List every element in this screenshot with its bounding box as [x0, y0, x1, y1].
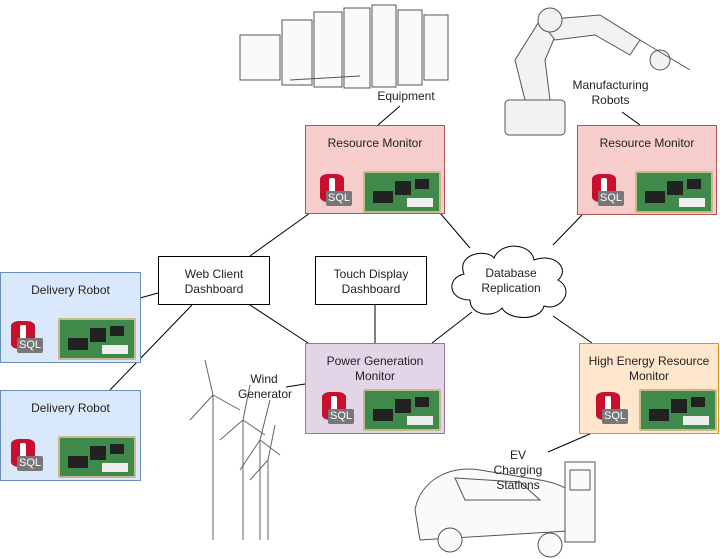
- edge-rm1-db: [439, 212, 471, 249]
- node-title: Web Client Dashboard: [184, 267, 244, 296]
- power-generation-monitor[interactable]: Power Generation Monitor SQL: [305, 343, 445, 434]
- node-title: Delivery Robot: [31, 401, 110, 415]
- ev-charging-label: EV Charging Stations: [493, 448, 543, 492]
- edge-rm2-db: [552, 214, 583, 246]
- edge-db-high: [552, 315, 593, 344]
- compute-module-icon: [58, 436, 136, 478]
- robot-arm-illustration: [504, 7, 691, 136]
- sql-database-icon: SQL: [316, 174, 352, 210]
- equipment-illustration: [239, 4, 449, 89]
- sql-database-icon: SQL: [592, 392, 628, 428]
- sql-database-icon: SQL: [7, 321, 43, 357]
- wind-generator-label: Wind Generator: [238, 372, 293, 401]
- node-title: Resource Monitor: [599, 136, 695, 150]
- compute-module-icon: [363, 389, 441, 431]
- node-title: Resource Monitor: [327, 136, 423, 150]
- touch-display-dashboard[interactable]: Touch Display Dashboard: [315, 256, 427, 305]
- manufacturing-robots-label: Manufacturing Robots: [572, 78, 649, 107]
- edge-ev: [547, 432, 593, 453]
- edge-web-power: [249, 304, 309, 344]
- resource-monitor-equipment[interactable]: Resource Monitor SQL: [305, 125, 445, 214]
- delivery-robot-1[interactable]: Delivery Robot SQL: [0, 272, 141, 363]
- high-energy-resource-monitor[interactable]: High Energy Resource Monitor SQL: [579, 343, 719, 434]
- node-title: Power Generation Monitor: [326, 354, 424, 383]
- edge-robots: [621, 111, 641, 126]
- node-title: Touch Display Dashboard: [333, 267, 409, 296]
- database-replication[interactable]: Database Replication: [474, 266, 548, 296]
- compute-module-icon: [639, 389, 717, 431]
- compute-module-icon: [58, 318, 136, 360]
- compute-module-icon: [635, 171, 713, 213]
- edge-db-power: [431, 311, 473, 344]
- resource-monitor-robots[interactable]: Resource Monitor SQL: [577, 125, 717, 215]
- node-title: Delivery Robot: [31, 283, 110, 297]
- delivery-robot-2[interactable]: Delivery Robot SQL: [0, 390, 141, 481]
- sql-database-icon: SQL: [588, 174, 624, 210]
- web-client-dashboard[interactable]: Web Client Dashboard: [158, 256, 270, 305]
- edge-web-rm1: [249, 212, 311, 257]
- node-title: High Energy Resource Monitor: [588, 354, 710, 383]
- equipment-label: Equipment: [370, 89, 442, 104]
- compute-module-icon: [363, 171, 441, 213]
- edge-equipment: [377, 105, 401, 126]
- sql-database-icon: SQL: [318, 392, 354, 428]
- sql-database-icon: SQL: [7, 439, 43, 475]
- edge-web-delivery1: [139, 292, 159, 299]
